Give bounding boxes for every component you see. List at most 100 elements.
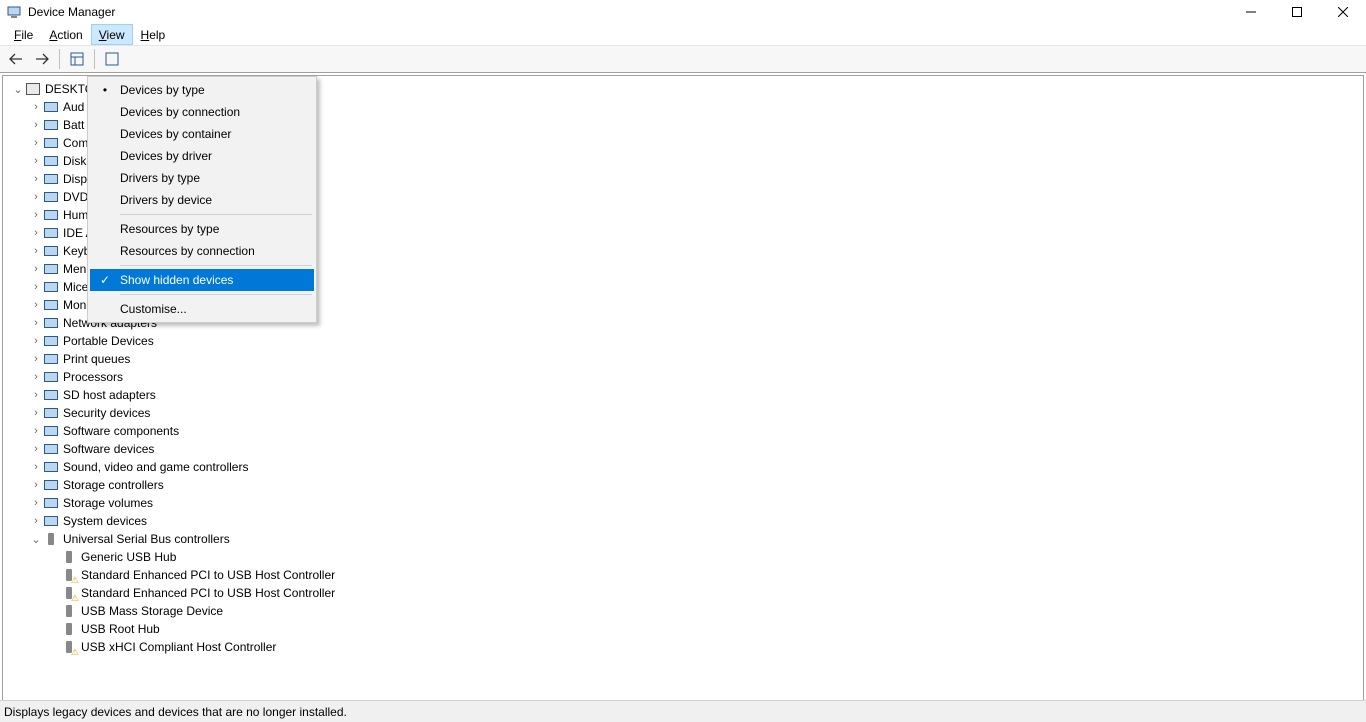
- menu-devices-by-type[interactable]: •Devices by type: [90, 79, 314, 101]
- expand-icon[interactable]: ›: [29, 298, 43, 312]
- device-category-icon: [43, 261, 59, 277]
- expand-icon[interactable]: ›: [29, 514, 43, 528]
- expand-icon[interactable]: ›: [29, 262, 43, 276]
- tree-device[interactable]: Generic USB Hub: [11, 548, 1363, 566]
- expand-icon[interactable]: ›: [29, 406, 43, 420]
- tree-category[interactable]: ›Storage volumes: [11, 494, 1363, 512]
- tree-category-label: Keyb: [61, 244, 90, 258]
- tree-category-label: Software devices: [61, 442, 154, 456]
- computer-icon: [25, 81, 41, 97]
- tree-category-label: Hum: [61, 208, 88, 222]
- expand-icon[interactable]: ›: [29, 190, 43, 204]
- tree-device[interactable]: USB Root Hub: [11, 620, 1363, 638]
- tree-category[interactable]: › SD host adapters: [11, 386, 1363, 404]
- menu-show-hidden-devices[interactable]: ✓Show hidden devices: [90, 269, 314, 291]
- tree-category[interactable]: › Processors: [11, 368, 1363, 386]
- tree-category-label: Mice: [61, 280, 88, 294]
- collapse-icon[interactable]: ⌄: [11, 82, 25, 96]
- menu-action[interactable]: Action: [41, 24, 90, 45]
- tree-category-usb[interactable]: ⌄ Universal Serial Bus controllers: [11, 530, 1363, 548]
- view-menu-dropdown: •Devices by type Devices by connection D…: [87, 76, 317, 323]
- menu-drivers-by-type[interactable]: Drivers by type: [90, 167, 314, 189]
- menu-devices-by-driver[interactable]: Devices by driver: [90, 145, 314, 167]
- device-category-icon: [43, 513, 59, 529]
- expand-icon[interactable]: ›: [29, 352, 43, 366]
- expand-icon[interactable]: ›: [29, 208, 43, 222]
- toolbar: [0, 45, 1366, 73]
- tree-category[interactable]: ›Storage controllers: [11, 476, 1363, 494]
- device-category-icon: [43, 279, 59, 295]
- device-category-icon: [43, 171, 59, 187]
- spacer: [47, 586, 61, 600]
- expand-icon[interactable]: ›: [29, 496, 43, 510]
- device-category-icon: [43, 477, 59, 493]
- tree-category-label: SD host adapters: [61, 388, 156, 402]
- status-text: Displays legacy devices and devices that…: [4, 705, 347, 719]
- menu-devices-by-connection[interactable]: Devices by connection: [90, 101, 314, 123]
- tree-category-label: Disp: [61, 172, 87, 186]
- expand-icon[interactable]: ›: [29, 172, 43, 186]
- expand-icon[interactable]: ›: [29, 460, 43, 474]
- tree-device[interactable]: USB xHCI Compliant Host Controller: [11, 638, 1363, 656]
- device-category-icon: [43, 225, 59, 241]
- tree-category[interactable]: ›System devices: [11, 512, 1363, 530]
- menu-devices-by-container[interactable]: Devices by container: [90, 123, 314, 145]
- expand-icon[interactable]: ›: [29, 370, 43, 384]
- expand-icon[interactable]: ›: [29, 244, 43, 258]
- expand-icon[interactable]: ›: [29, 388, 43, 402]
- menu-resources-by-type[interactable]: Resources by type: [90, 218, 314, 240]
- toolbar-separator: [94, 49, 95, 69]
- bullet-icon: •: [98, 83, 112, 97]
- close-button[interactable]: [1320, 0, 1366, 24]
- expand-icon[interactable]: ›: [29, 100, 43, 114]
- expand-icon[interactable]: ›: [29, 136, 43, 150]
- tree-category-label: Com: [61, 136, 88, 150]
- menu-customise[interactable]: Customise...: [90, 298, 314, 320]
- device-category-icon: [43, 459, 59, 475]
- tree-category-label: Security devices: [61, 406, 150, 420]
- tree-device[interactable]: Standard Enhanced PCI to USB Host Contro…: [11, 584, 1363, 602]
- tree-category[interactable]: › Software devices: [11, 440, 1363, 458]
- minimize-button[interactable]: [1228, 0, 1274, 24]
- expand-icon[interactable]: ›: [29, 226, 43, 240]
- forward-button[interactable]: [30, 48, 54, 70]
- expand-icon[interactable]: ›: [29, 280, 43, 294]
- menu-resources-by-connection[interactable]: Resources by connection: [90, 240, 314, 262]
- back-button[interactable]: [4, 48, 28, 70]
- expand-icon[interactable]: ›: [29, 316, 43, 330]
- tree-category[interactable]: ›Portable Devices: [11, 332, 1363, 350]
- tree-category[interactable]: ›Print queues: [11, 350, 1363, 368]
- menu-help[interactable]: Help: [133, 24, 174, 45]
- expand-icon[interactable]: ›: [29, 424, 43, 438]
- show-hide-tree-button[interactable]: [65, 48, 89, 70]
- device-category-icon: [43, 207, 59, 223]
- window-controls: [1228, 0, 1366, 24]
- usb-device-icon: [61, 585, 77, 601]
- collapse-icon[interactable]: ⌄: [29, 532, 43, 546]
- expand-icon[interactable]: ›: [29, 334, 43, 348]
- tree-device[interactable]: USB Mass Storage Device: [11, 602, 1363, 620]
- tree-category[interactable]: ›Sound, video and game controllers: [11, 458, 1363, 476]
- menu-file[interactable]: File: [6, 24, 41, 45]
- help-button[interactable]: [100, 48, 124, 70]
- usb-device-icon: [61, 567, 77, 583]
- device-category-icon: [43, 495, 59, 511]
- usb-device-icon: [61, 549, 77, 565]
- menu-drivers-by-device[interactable]: Drivers by device: [90, 189, 314, 211]
- expand-icon[interactable]: ›: [29, 154, 43, 168]
- spacer: [47, 604, 61, 618]
- tree-category[interactable]: ›Software components: [11, 422, 1363, 440]
- tree-device[interactable]: Standard Enhanced PCI to USB Host Contro…: [11, 566, 1363, 584]
- status-bar: Displays legacy devices and devices that…: [0, 700, 1366, 722]
- tree-category[interactable]: › Security devices: [11, 404, 1363, 422]
- expand-icon[interactable]: ›: [29, 442, 43, 456]
- tree-category-label: Disk: [61, 154, 86, 168]
- expand-icon[interactable]: ›: [29, 478, 43, 492]
- maximize-button[interactable]: [1274, 0, 1320, 24]
- tree-category-label: Processors: [61, 370, 123, 384]
- expand-icon[interactable]: ›: [29, 118, 43, 132]
- menu-view[interactable]: View: [91, 24, 133, 45]
- app-icon: [6, 4, 22, 20]
- tree-device-label: USB xHCI Compliant Host Controller: [79, 640, 276, 654]
- tree-category-label: Aud: [61, 100, 84, 114]
